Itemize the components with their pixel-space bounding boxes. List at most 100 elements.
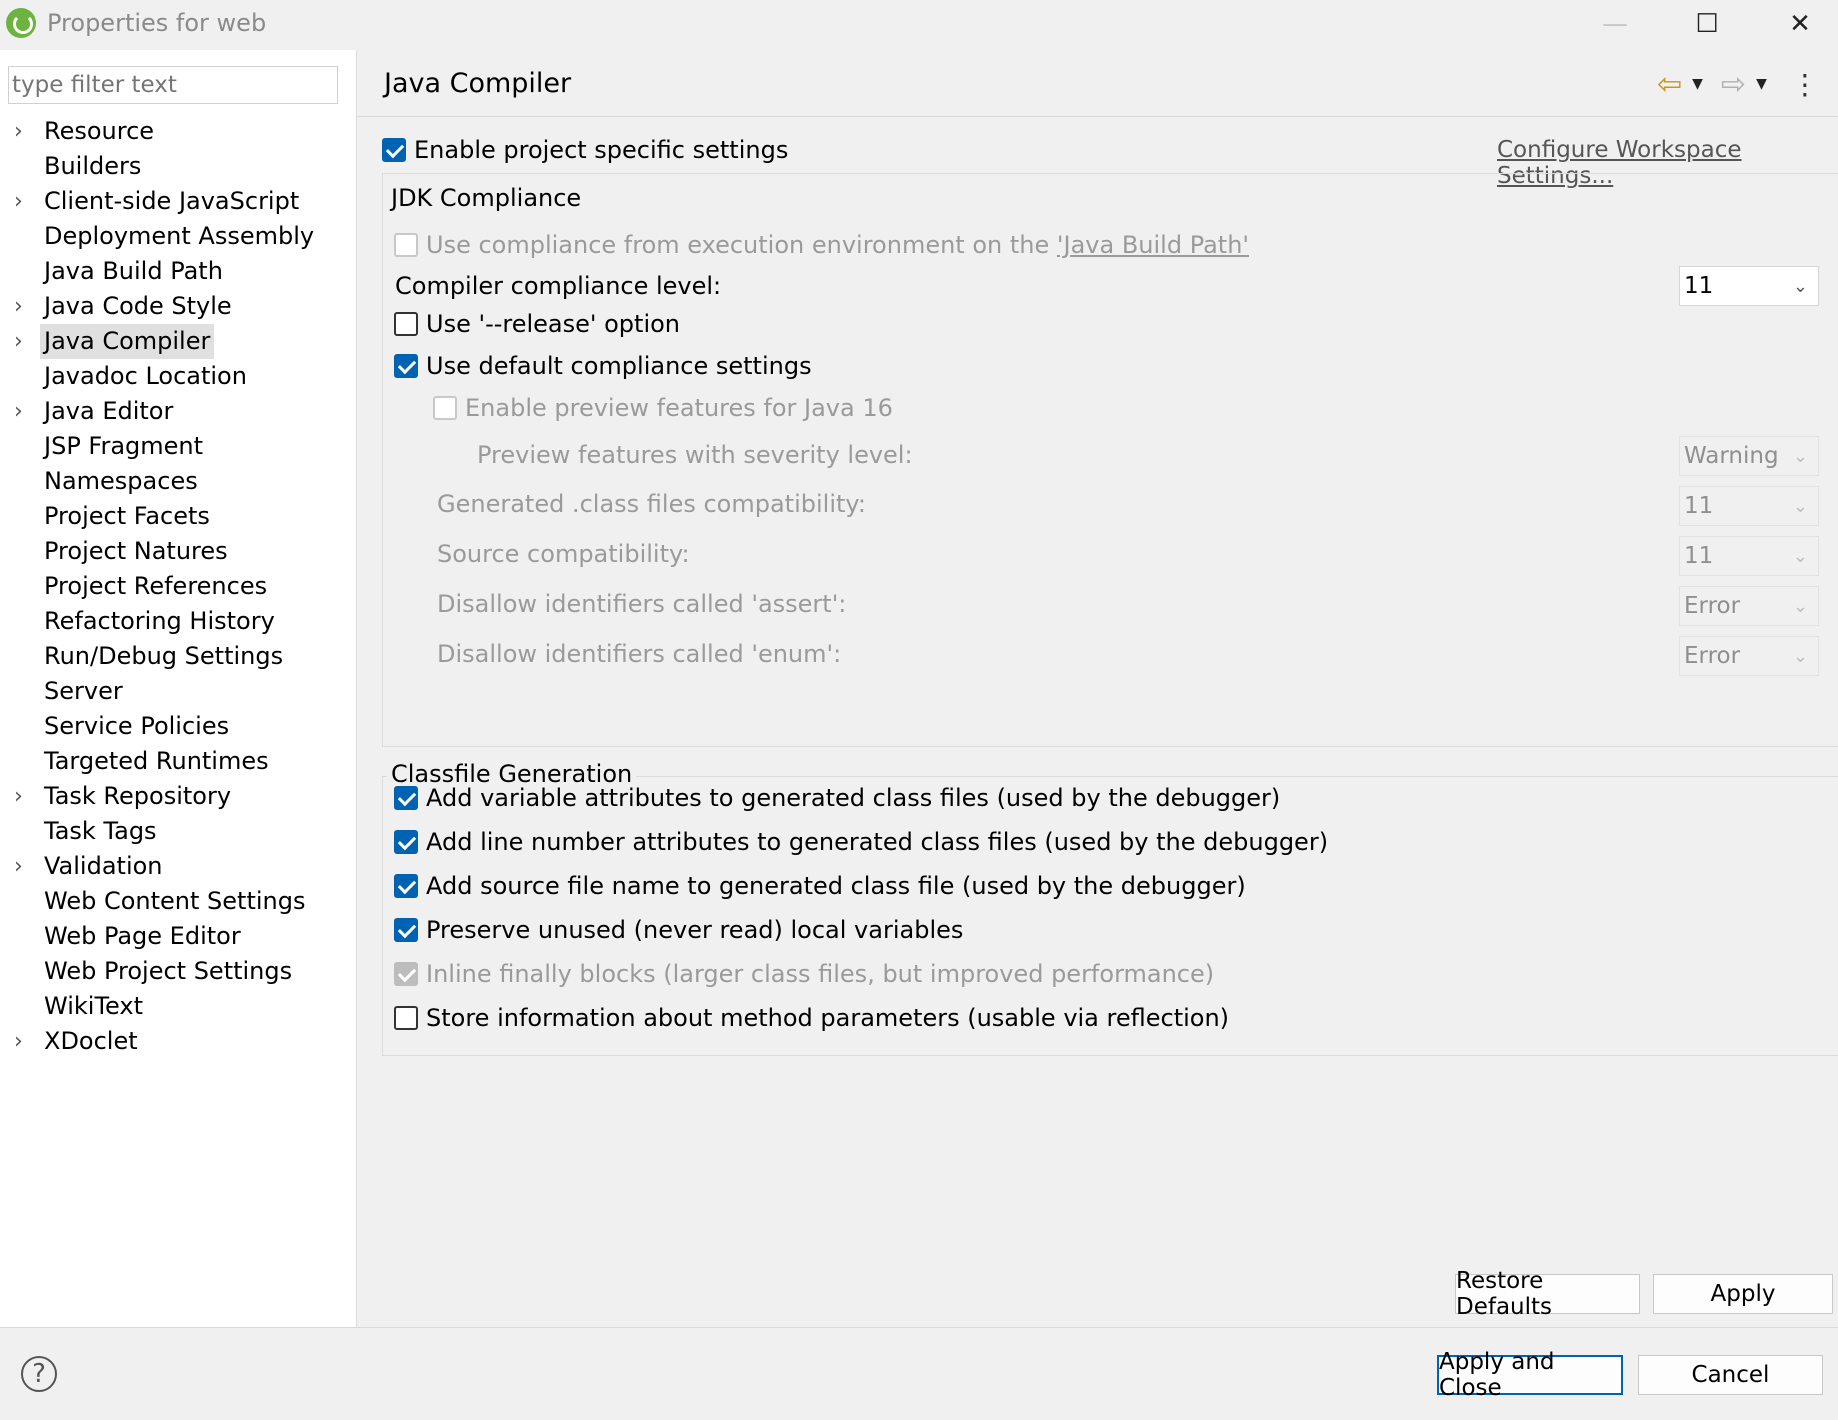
compliance-level-combo[interactable]: 11 ⌄: [1679, 266, 1819, 306]
preview-severity-combo: Warning ⌄: [1679, 436, 1819, 476]
title-separator: [357, 116, 1838, 117]
sidebar-item[interactable]: › Java Code Style: [0, 289, 356, 324]
sidebar-item[interactable]: › Java Editor: [0, 394, 356, 429]
sidebar-item-label: Task Tags: [44, 817, 157, 845]
sidebar-item[interactable]: Server: [0, 674, 356, 709]
sidebar-item[interactable]: Run/Debug Settings: [0, 639, 356, 674]
maximize-button[interactable]: ☐: [1677, 6, 1737, 42]
classfile-option-row[interactable]: Add source file name to generated class …: [394, 872, 1246, 900]
assert-combo: Error ⌄: [1679, 586, 1819, 626]
forward-arrow-icon[interactable]: ⇨: [1721, 67, 1746, 102]
title-bar: Properties for web — ☐ ✕: [0, 0, 1838, 50]
preview-features-label: Enable preview features for Java 16: [465, 394, 893, 422]
sidebar-item[interactable]: Java Build Path: [0, 254, 356, 289]
classfile-option-row[interactable]: Add line number attributes to generated …: [394, 828, 1328, 856]
sidebar-item[interactable]: JSP Fragment: [0, 429, 356, 464]
restore-defaults-button[interactable]: Restore Defaults: [1455, 1268, 1640, 1320]
sidebar-item[interactable]: › XDoclet: [0, 1024, 356, 1059]
enable-project-specific-row[interactable]: Enable project specific settings: [382, 136, 788, 164]
sidebar-item-label: Run/Debug Settings: [44, 642, 284, 670]
chevron-down-icon: ⌄: [1792, 445, 1808, 467]
back-dropdown-icon[interactable]: ▼: [1692, 76, 1703, 92]
page-title: Java Compiler: [384, 68, 572, 99]
enum-combo: Error ⌄: [1679, 636, 1819, 676]
sidebar-item-label: Java Build Path: [44, 257, 223, 285]
sidebar-item[interactable]: Refactoring History: [0, 604, 356, 639]
sidebar-item[interactable]: Builders: [0, 149, 356, 184]
sidebar-item-label: Web Project Settings: [44, 957, 293, 985]
generated-class-label: Generated .class files compatibility:: [437, 490, 866, 518]
release-option-checkbox[interactable]: [394, 312, 418, 336]
sidebar-item[interactable]: WikiText: [0, 989, 356, 1024]
sidebar-item[interactable]: Project Facets: [0, 499, 356, 534]
sidebar-item[interactable]: Service Policies: [0, 709, 356, 744]
use-compliance-label: Use compliance from execution environmen…: [426, 231, 1057, 259]
chevron-right-icon[interactable]: ›: [14, 289, 38, 324]
sidebar-item-label: Resource: [44, 117, 155, 145]
java-build-path-link[interactable]: 'Java Build Path': [1057, 231, 1249, 259]
classfile-option-row[interactable]: Store information about method parameter…: [394, 1004, 1229, 1032]
compliance-level-value: 11: [1684, 273, 1714, 299]
chevron-right-icon[interactable]: ›: [14, 114, 38, 149]
chevron-right-icon[interactable]: ›: [14, 184, 38, 219]
apply-and-close-button[interactable]: Apply and Close: [1437, 1349, 1623, 1401]
chevron-right-icon[interactable]: ›: [14, 849, 38, 884]
chevron-right-icon[interactable]: ›: [14, 324, 38, 359]
sidebar-item[interactable]: Namespaces: [0, 464, 356, 499]
sidebar-item[interactable]: Targeted Runtimes: [0, 744, 356, 779]
default-compliance-row[interactable]: Use default compliance settings: [394, 352, 812, 380]
minimize-button[interactable]: —: [1585, 6, 1645, 42]
sidebar-item[interactable]: Deployment Assembly: [0, 219, 356, 254]
enable-project-specific-label: Enable project specific settings: [414, 136, 789, 164]
chevron-right-icon[interactable]: ›: [14, 394, 38, 429]
sidebar-item-label: Java Code Style: [44, 292, 232, 320]
jdk-compliance-title: JDK Compliance: [387, 184, 586, 212]
classfile-option-row[interactable]: Preserve unused (never read) local varia…: [394, 916, 963, 944]
release-option-label: Use '--release' option: [426, 310, 681, 338]
default-compliance-checkbox[interactable]: [394, 354, 418, 378]
view-menu-icon[interactable]: ⋮: [1791, 68, 1819, 101]
preview-features-checkbox: [433, 396, 457, 420]
chevron-right-icon[interactable]: ›: [14, 779, 38, 814]
generated-class-combo: 11 ⌄: [1679, 486, 1819, 526]
chevron-down-icon: ⌄: [1792, 645, 1808, 667]
close-button[interactable]: ✕: [1770, 6, 1830, 42]
filter-input[interactable]: [8, 66, 338, 104]
assert-value: Error: [1684, 593, 1741, 619]
sidebar-item[interactable]: Project References: [0, 569, 356, 604]
generated-class-value: 11: [1684, 493, 1714, 519]
sidebar-item[interactable]: › Resource: [0, 114, 356, 149]
sidebar-item[interactable]: Web Content Settings: [0, 884, 356, 919]
classfile-option-checkbox[interactable]: [394, 874, 418, 898]
classfile-option-checkbox[interactable]: [394, 786, 418, 810]
release-option-row[interactable]: Use '--release' option: [394, 310, 680, 338]
sidebar-item-label: Server: [44, 677, 123, 705]
chevron-down-icon: ⌄: [1792, 275, 1808, 297]
sidebar-item[interactable]: Javadoc Location: [0, 359, 356, 394]
nav-toolbar: ⇦ ▼ ⇨ ▼ ⋮: [1657, 64, 1819, 104]
classfile-option-checkbox[interactable]: [394, 1006, 418, 1030]
classfile-option-checkbox[interactable]: [394, 830, 418, 854]
spring-app-icon: [6, 8, 36, 38]
sidebar-item[interactable]: Web Project Settings: [0, 954, 356, 989]
apply-button[interactable]: Apply: [1653, 1274, 1833, 1314]
sidebar-item[interactable]: Task Tags: [0, 814, 356, 849]
help-icon[interactable]: ?: [21, 1356, 57, 1392]
sidebar-item[interactable]: › Java Compiler: [0, 324, 356, 359]
classfile-option-checkbox[interactable]: [394, 918, 418, 942]
back-arrow-icon[interactable]: ⇦: [1657, 67, 1682, 102]
sidebar-item[interactable]: Web Page Editor: [0, 919, 356, 954]
sidebar-item-label: Service Policies: [44, 712, 230, 740]
property-tree: › Resource Builders › Client-side JavaScript…: [0, 114, 356, 1059]
cancel-button[interactable]: Cancel: [1638, 1355, 1823, 1395]
sidebar-item[interactable]: › Task Repository: [0, 779, 356, 814]
sidebar-item[interactable]: › Validation: [0, 849, 356, 884]
sidebar-item[interactable]: › Client-side JavaScript: [0, 184, 356, 219]
forward-dropdown-icon[interactable]: ▼: [1756, 76, 1767, 92]
enable-project-specific-checkbox[interactable]: [382, 138, 406, 162]
classfile-option-row[interactable]: Add variable attributes to generated cla…: [394, 784, 1280, 812]
sidebar-item-label: Javadoc Location: [44, 362, 247, 390]
chevron-right-icon[interactable]: ›: [14, 1024, 38, 1059]
classfile-option-label: Add line number attributes to generated …: [426, 828, 1329, 856]
sidebar-item[interactable]: Project Natures: [0, 534, 356, 569]
